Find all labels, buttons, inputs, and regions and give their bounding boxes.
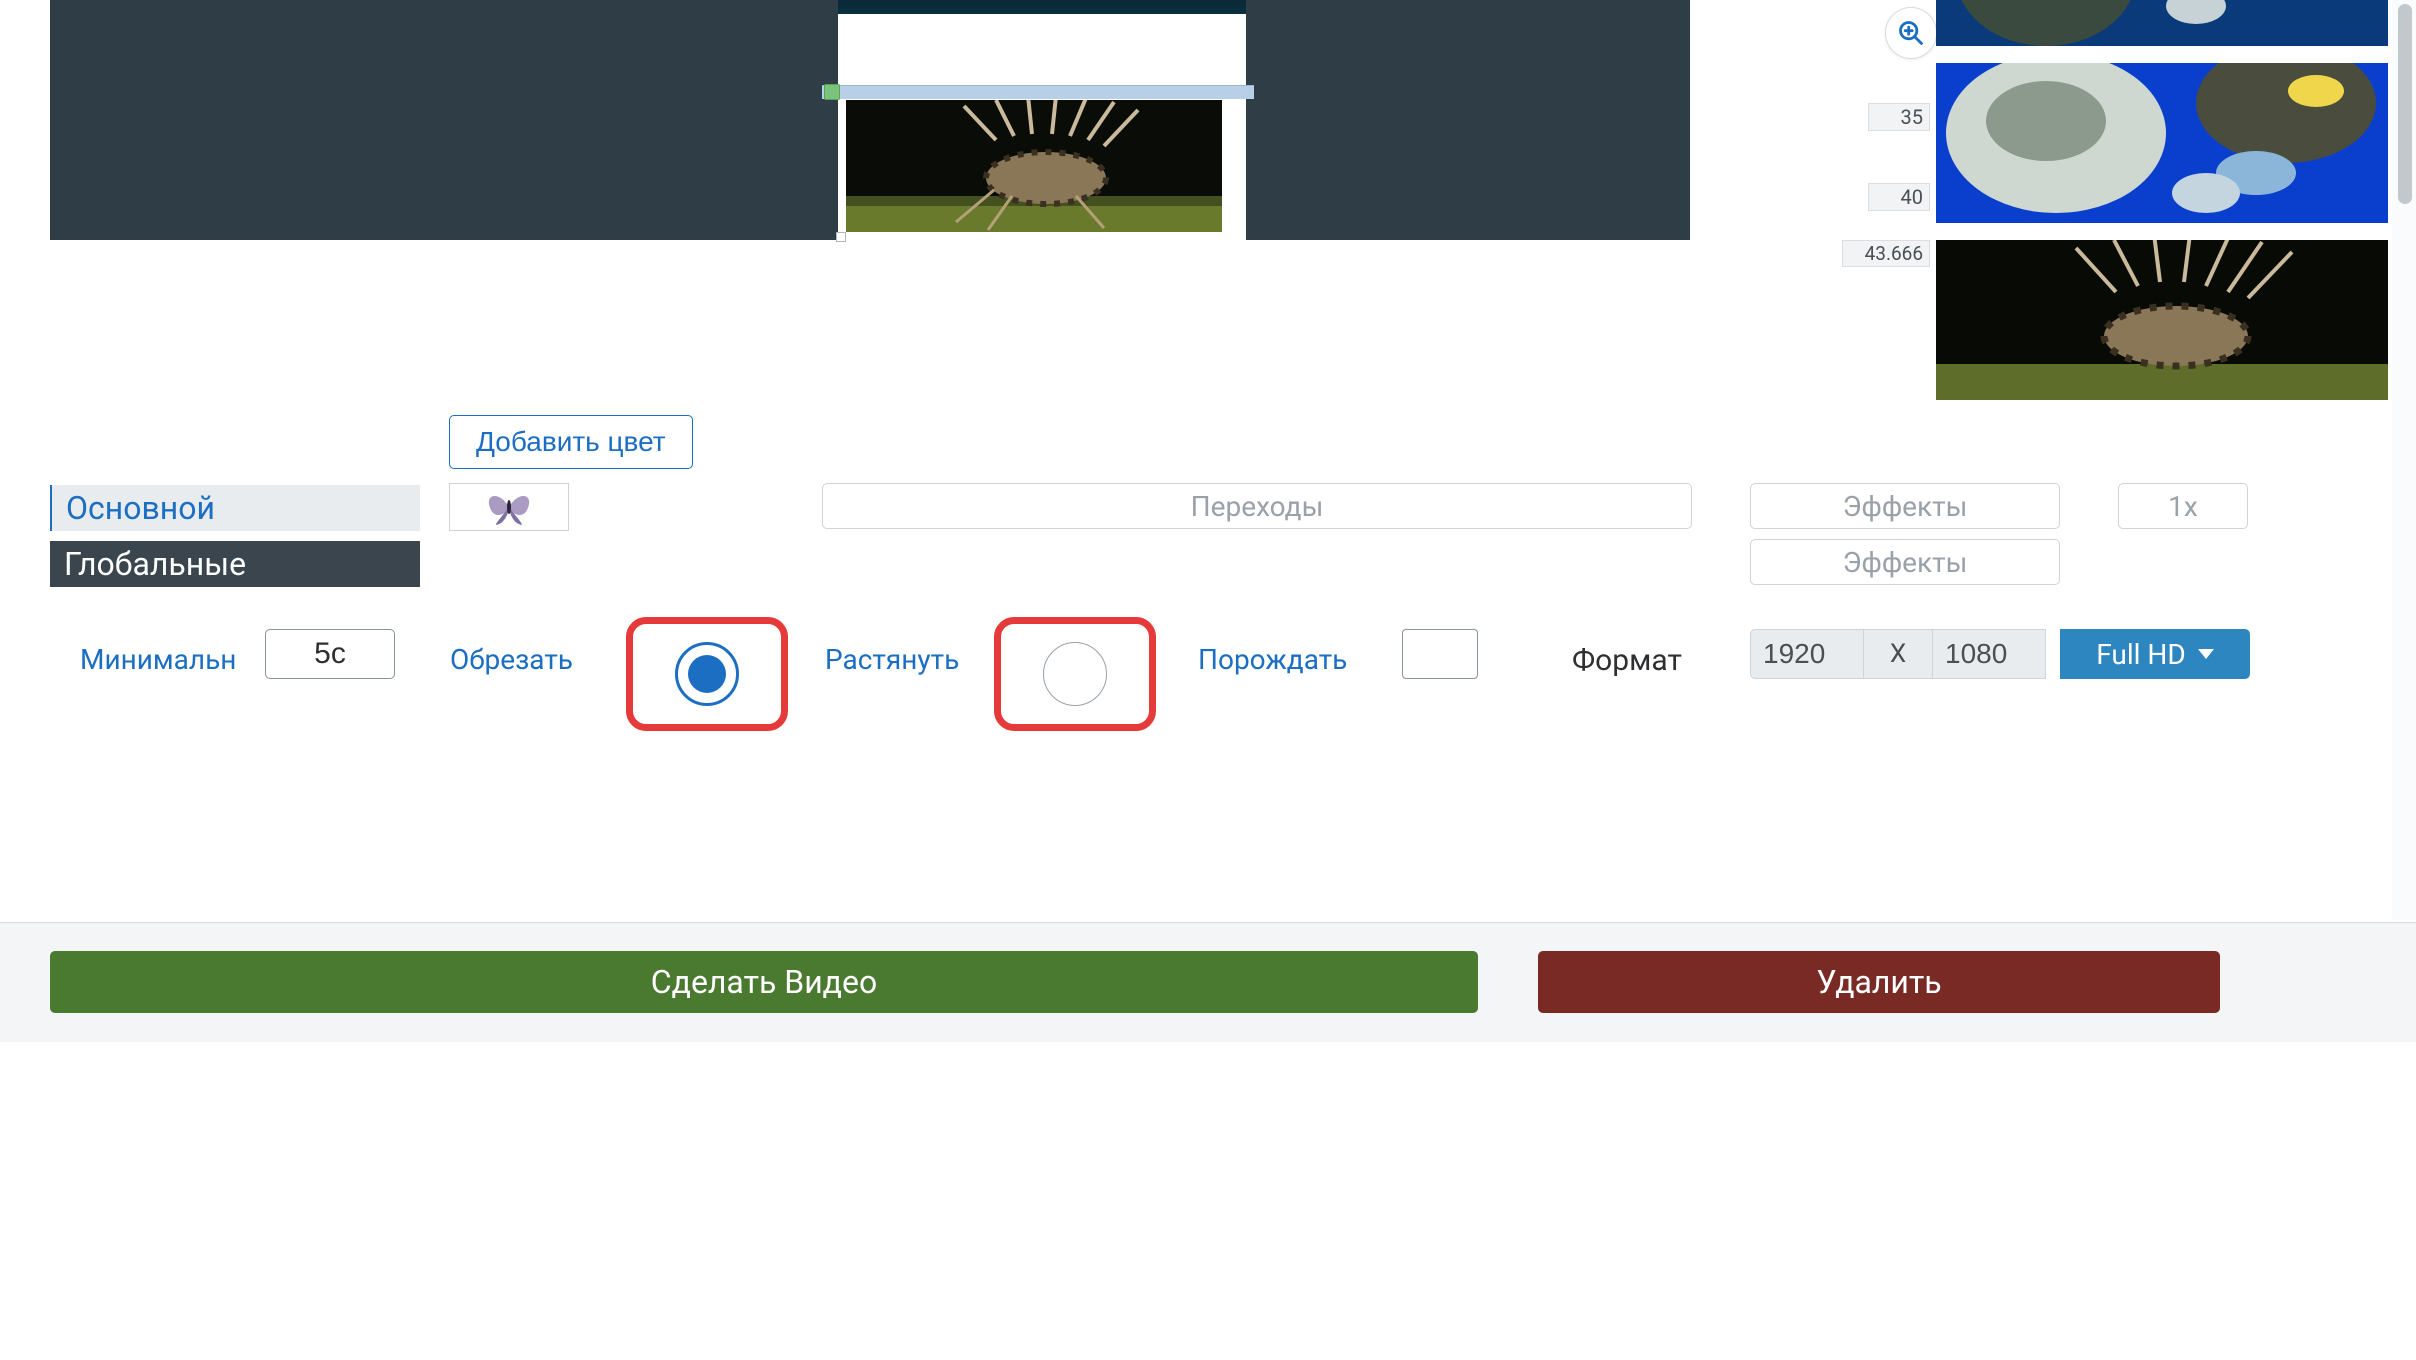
wait-checkbox[interactable] — [1402, 629, 1478, 679]
tab-global[interactable]: Глобальные — [50, 541, 420, 587]
timeline-tick-end: 43.666 — [1842, 240, 1930, 267]
make-video-button[interactable]: Сделать Видео — [50, 951, 1478, 1013]
timeline-column: 35 40 43.666 — [1708, 0, 2388, 400]
stretch-radio[interactable] — [1043, 642, 1107, 706]
vertical-scrollbar-thumb[interactable] — [2398, 4, 2412, 204]
preview-image-lionfish — [846, 100, 1222, 232]
preview-frame — [838, 0, 1246, 240]
wait-label: Порождать — [1198, 643, 1370, 676]
slide-thumbnail-butterfly[interactable] — [449, 483, 569, 531]
timeline-thumb-1[interactable] — [1936, 63, 2388, 223]
timeline-tick-35: 35 — [1868, 103, 1930, 131]
add-color-button[interactable]: Добавить цвет — [449, 415, 693, 469]
format-label: Формат — [1572, 643, 1682, 678]
dimension-x: X — [1864, 629, 1932, 679]
speed-button[interactable]: 1x — [2118, 483, 2248, 529]
tab-main[interactable]: Основной — [50, 485, 420, 531]
resolution-preset-label: Full HD — [2096, 638, 2186, 671]
crop-radio-dot — [688, 655, 726, 693]
preview-pane[interactable] — [50, 0, 1690, 240]
transitions-button[interactable]: Переходы — [822, 483, 1692, 529]
highlight-crop — [626, 617, 788, 731]
resolution-preset-dropdown[interactable]: Full HD — [2060, 629, 2250, 679]
min-duration-input[interactable] — [265, 629, 395, 679]
preview-top-strip — [838, 0, 1246, 14]
min-duration-label: Минимальн — [80, 643, 248, 676]
caret-down-icon — [2198, 649, 2214, 659]
height-input[interactable] — [1932, 629, 2046, 679]
zoom-in-button[interactable] — [1886, 8, 1936, 58]
crop-radio[interactable] — [675, 642, 739, 706]
bottom-bar: Сделать Видео Удалить — [0, 922, 2416, 1042]
timeline-thumb-2[interactable] — [1936, 240, 2388, 400]
delete-button[interactable]: Удалить — [1538, 951, 2220, 1013]
effects-button-1[interactable]: Эффекты — [1750, 483, 2060, 529]
effects-button-2[interactable]: Эффекты — [1750, 539, 2060, 585]
split-handle-left[interactable] — [824, 84, 840, 100]
timeline-thumb-0[interactable] — [1936, 0, 2388, 46]
crop-label: Обрезать — [450, 643, 573, 676]
width-input[interactable] — [1750, 629, 1864, 679]
split-bar[interactable] — [822, 85, 1254, 99]
highlight-stretch — [994, 617, 1156, 731]
timeline-tick-40: 40 — [1868, 183, 1930, 211]
preview-resize-handle[interactable] — [836, 232, 846, 242]
vertical-scrollbar-track[interactable] — [2392, 0, 2416, 920]
stretch-label: Растянуть — [825, 643, 959, 676]
